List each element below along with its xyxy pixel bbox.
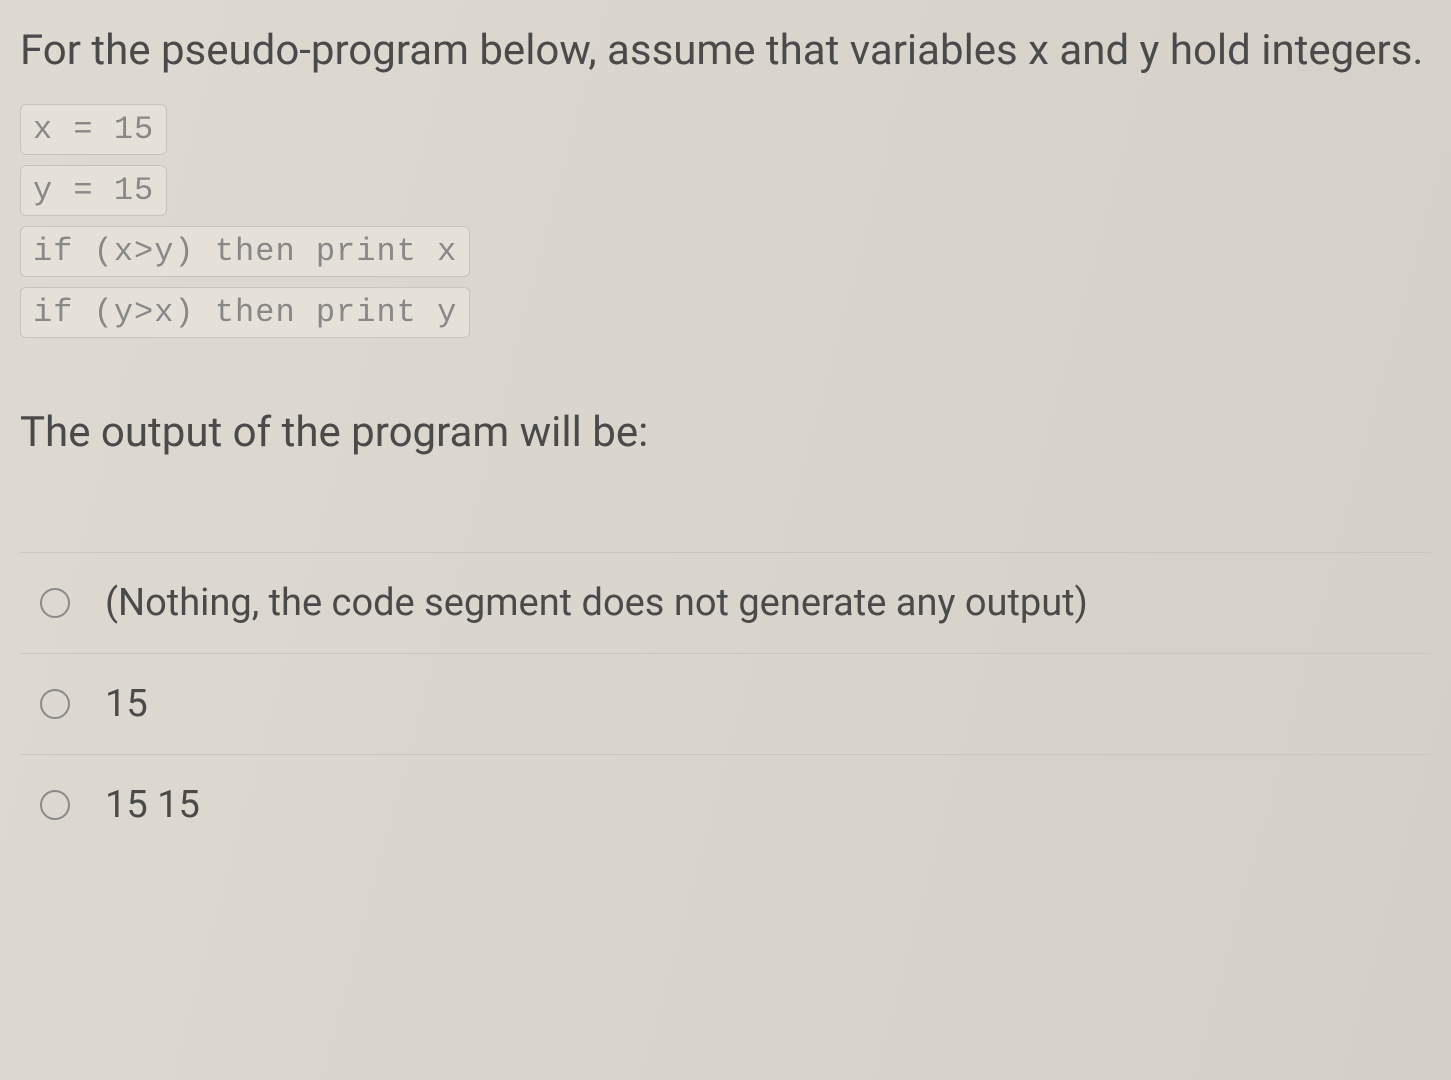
option-c[interactable]: 15 15 — [20, 754, 1431, 855]
option-c-label: 15 15 — [105, 783, 200, 827]
code-line-3: if (x>y) then print x — [20, 226, 470, 277]
question-stem: For the pseudo-program below, assume tha… — [20, 15, 1431, 86]
radio-icon — [40, 790, 70, 820]
code-line-4: if (y>x) then print y — [20, 287, 470, 338]
option-a[interactable]: (Nothing, the code segment does not gene… — [20, 552, 1431, 653]
radio-icon — [40, 588, 70, 618]
option-b[interactable]: 15 — [20, 653, 1431, 754]
option-b-label: 15 — [105, 682, 148, 726]
radio-icon — [40, 689, 70, 719]
code-block-container: x = 15 y = 15 if (x>y) then print x if (… — [20, 104, 1431, 338]
code-line-1: x = 15 — [20, 104, 167, 155]
option-a-label: (Nothing, the code segment does not gene… — [105, 581, 1088, 625]
options-list: (Nothing, the code segment does not gene… — [20, 552, 1431, 855]
question-prompt: The output of the program will be: — [20, 408, 1431, 457]
code-line-2: y = 15 — [20, 165, 167, 216]
